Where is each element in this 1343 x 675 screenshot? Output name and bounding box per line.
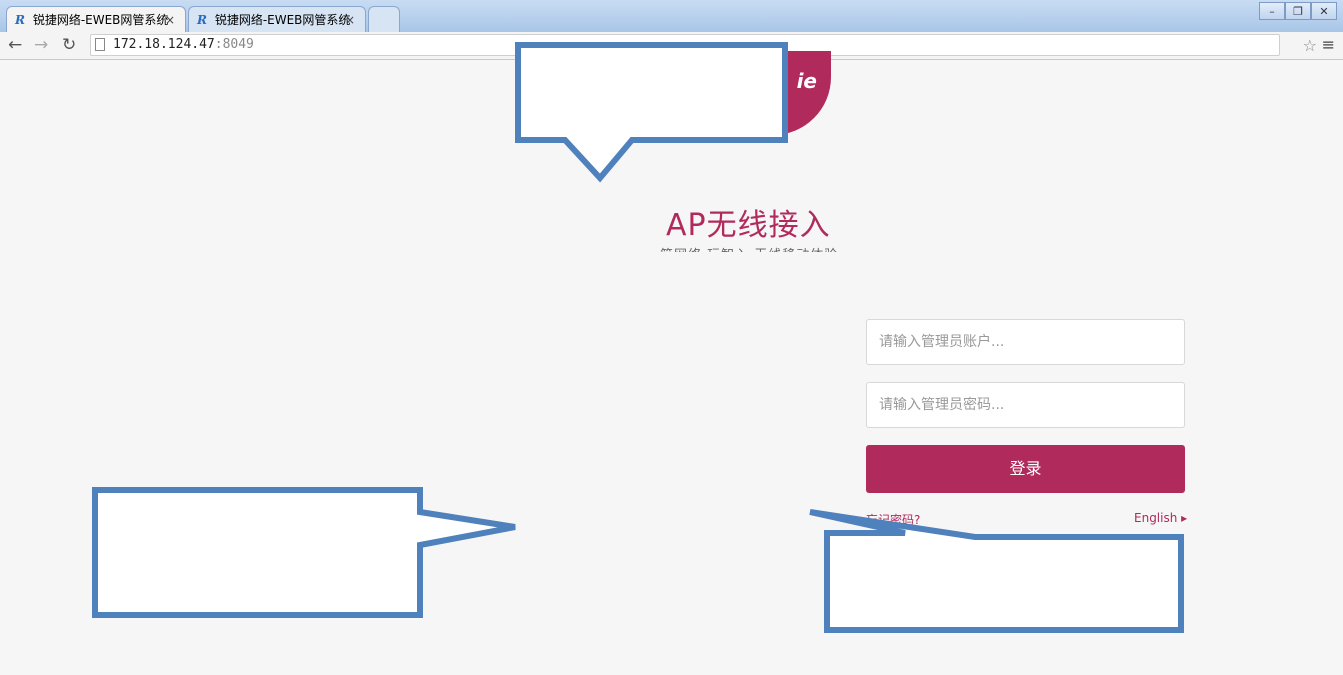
- ruijie-logo: ie: [715, 51, 831, 135]
- page-title: AP无线接入: [666, 208, 831, 243]
- login-page: ie AP无线接入 简网络 玩智入 无线移动体验 登录 忘记密码? Englis…: [0, 51, 1343, 675]
- forward-icon[interactable]: →: [34, 35, 48, 55]
- login-button[interactable]: 登录: [866, 445, 1185, 493]
- password-input[interactable]: [866, 382, 1185, 428]
- ruijie-tab-icon: R: [197, 13, 207, 27]
- window-controls: – ❐ ✕: [1259, 2, 1337, 20]
- close-tab-icon[interactable]: ×: [345, 7, 355, 32]
- browser-toolbar: ← → ↻ 172.18.124.47:8049 ☆ ≡: [0, 32, 1343, 60]
- tab-active[interactable]: R 锐捷网络-EWEB网管系统 ×: [6, 6, 186, 32]
- forgot-password-link[interactable]: 忘记密码?: [866, 511, 920, 528]
- bookmark-star-icon[interactable]: ☆: [1303, 36, 1317, 55]
- reload-icon[interactable]: ↻: [62, 35, 76, 55]
- tab-inactive[interactable]: R 锐捷网络-EWEB网管系统 ×: [188, 6, 366, 32]
- url-port: :8049: [214, 37, 254, 52]
- back-icon[interactable]: ←: [8, 35, 22, 55]
- page-subtitle: 简网络 玩智入 无线移动体验: [660, 244, 838, 252]
- close-window-icon[interactable]: ✕: [1311, 2, 1337, 20]
- browser-titlebar: R 锐捷网络-EWEB网管系统 × R 锐捷网络-EWEB网管系统 × – ❐ …: [0, 0, 1343, 32]
- english-language-link[interactable]: English ▸: [1134, 511, 1187, 525]
- ruijie-tab-icon: R: [15, 13, 25, 27]
- tab-title: 锐捷网络-EWEB网管系统: [214, 13, 351, 27]
- url-host: 172.18.124.47: [113, 37, 215, 52]
- address-bar[interactable]: 172.18.124.47:8049: [90, 34, 1280, 56]
- minimize-icon[interactable]: –: [1259, 2, 1285, 20]
- username-input[interactable]: [866, 319, 1185, 365]
- close-tab-icon[interactable]: ×: [165, 7, 175, 32]
- new-tab-button[interactable]: [368, 6, 400, 32]
- logo-text: ie: [796, 69, 817, 93]
- restore-icon[interactable]: ❐: [1285, 2, 1311, 20]
- tab-title: 锐捷网络-EWEB网管系统: [32, 13, 169, 27]
- page-icon: [95, 38, 105, 51]
- menu-icon[interactable]: ≡: [1322, 35, 1335, 54]
